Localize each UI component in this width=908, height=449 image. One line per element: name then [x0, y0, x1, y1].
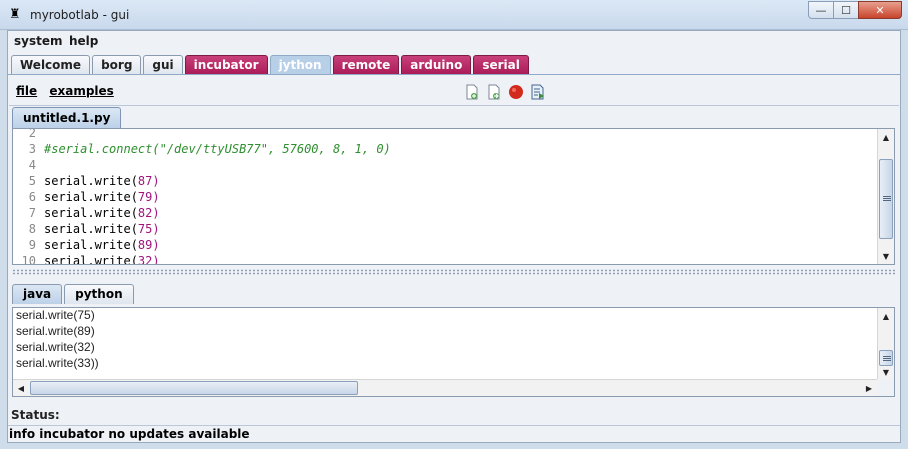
code-arg: 75	[137, 222, 153, 236]
code-text: serial.write(87)	[44, 173, 160, 189]
execute-icon[interactable]	[529, 83, 547, 101]
tab-jython[interactable]: jython	[269, 55, 331, 75]
code-line: 6 serial.write(79)	[13, 189, 873, 205]
code-call: serial.write(	[44, 238, 138, 252]
code-text: serial.write(89)	[44, 237, 160, 253]
tab-borg[interactable]: borg	[92, 55, 142, 75]
tab-remote[interactable]: remote	[332, 55, 400, 75]
code-paren: )	[152, 254, 160, 265]
scroll-corner	[877, 379, 894, 396]
code-line: 10 serial.write(32)	[13, 253, 873, 265]
scroll-left-icon[interactable]: ◀	[13, 380, 29, 396]
code-text: serial.write(79)	[44, 189, 160, 205]
examples-menu[interactable]: examples	[49, 84, 113, 98]
code-paren: )	[152, 238, 160, 252]
tab-java[interactable]: java	[12, 284, 63, 304]
title-bar: ♜ myrobotlab - gui — ☐ ✕	[0, 0, 908, 30]
file-menu[interactable]: file	[16, 84, 37, 98]
editor-menu: file examples	[16, 84, 122, 98]
output-line: serial.write(89)	[16, 324, 95, 338]
open-file-icon[interactable]	[485, 83, 503, 101]
line-number: 6	[28, 190, 36, 204]
status-label: Status:	[11, 408, 60, 422]
jython-panel: file examples untitled.1.py 2 3 #serial.…	[9, 75, 899, 399]
scroll-up-icon[interactable]: ▲	[878, 129, 894, 145]
minimize-button[interactable]: —	[808, 1, 834, 19]
code-line: 2	[13, 128, 873, 141]
code-line: 5 serial.write(87)	[13, 173, 873, 189]
code-call: serial.write(	[44, 190, 138, 204]
output-vertical-scrollbar[interactable]: ▲ ▼	[877, 308, 894, 380]
tab-python[interactable]: python	[64, 284, 134, 304]
scroll-right-icon[interactable]: ▶	[861, 380, 877, 396]
new-file-icon[interactable]	[463, 83, 481, 101]
code-editor[interactable]: 2 3 #serial.connect("/dev/ttyUSB77", 576…	[12, 128, 895, 265]
line-number: 3	[28, 142, 36, 156]
code-text: serial.write(75)	[44, 221, 160, 237]
menu-bar: system help	[8, 31, 900, 53]
code-call: serial.write(	[44, 206, 138, 220]
code-paren: )	[152, 174, 160, 188]
scroll-down-icon[interactable]: ▼	[878, 364, 894, 380]
code-line: 7 serial.write(82)	[13, 205, 873, 221]
code-arg: 79	[137, 190, 153, 204]
output-console[interactable]: serial.write(75) serial.write(89) serial…	[12, 307, 895, 397]
file-tabs: untitled.1.py	[12, 107, 122, 128]
line-number: 9	[28, 238, 36, 252]
code-line: 9 serial.write(89)	[13, 237, 873, 253]
code-arg: 32	[137, 254, 153, 265]
code-text: serial.write(32)	[44, 253, 160, 265]
code-arg: 89	[137, 238, 153, 252]
scroll-down-icon[interactable]: ▼	[878, 248, 894, 264]
tab-welcome[interactable]: Welcome	[11, 55, 91, 75]
code-arg: 87	[137, 174, 153, 188]
code-comment: #serial.connect("/dev/ttyUSB77", 57600, …	[44, 142, 391, 156]
tab-incubator[interactable]: incubator	[184, 55, 268, 75]
line-number: 10	[21, 254, 36, 265]
toolbar-divider	[9, 105, 899, 106]
line-number: 8	[28, 222, 36, 236]
code-line: 3 #serial.connect("/dev/ttyUSB77", 57600…	[13, 141, 873, 157]
robot-app-icon: ♜	[9, 7, 21, 22]
menu-help[interactable]: help	[69, 34, 98, 48]
output-horizontal-scrollbar[interactable]: ◀ ▶	[13, 379, 878, 396]
service-tabs: Welcome borg gui incubator jython remote…	[11, 55, 531, 75]
maximize-button[interactable]: ☐	[833, 1, 859, 19]
line-number: 5	[28, 174, 36, 188]
stop-record-icon[interactable]	[507, 83, 525, 101]
code-paren: )	[152, 222, 160, 236]
tab-untitled-file[interactable]: untitled.1.py	[12, 107, 122, 128]
editor-toolbar	[463, 83, 547, 101]
output-line: serial.write(32)	[16, 340, 95, 354]
scroll-thumb[interactable]	[30, 381, 358, 395]
code-call: serial.write(	[44, 254, 138, 265]
scroll-thumb[interactable]	[879, 159, 893, 239]
code-text: serial.write(82)	[44, 205, 160, 221]
scroll-up-icon[interactable]: ▲	[878, 308, 894, 324]
info-message: info incubator no updates available	[9, 427, 250, 441]
code-arg: 82	[137, 206, 153, 220]
line-number: 2	[28, 128, 36, 140]
output-tabs: java python	[12, 284, 136, 304]
window-content: system help Welcome borg gui incubator j…	[7, 30, 901, 443]
output-line: serial.write(33))	[16, 356, 99, 370]
code-call: serial.write(	[44, 222, 138, 236]
code-paren: )	[152, 206, 160, 220]
close-button[interactable]: ✕	[858, 1, 902, 19]
menu-system[interactable]: system	[14, 34, 63, 48]
tab-gui[interactable]: gui	[143, 55, 183, 75]
split-pane-divider[interactable]	[12, 269, 895, 275]
window-title: myrobotlab - gui	[30, 8, 130, 22]
code-call: serial.write(	[44, 174, 138, 188]
line-number: 4	[28, 158, 36, 172]
tab-arduino[interactable]: arduino	[401, 55, 472, 75]
output-line: serial.write(75)	[16, 308, 95, 322]
code-line: 4	[13, 157, 873, 173]
code-paren: )	[152, 190, 160, 204]
code-line: 8 serial.write(75)	[13, 221, 873, 237]
line-number: 7	[28, 206, 36, 220]
editor-vertical-scrollbar[interactable]: ▲ ▼	[877, 129, 894, 264]
tab-serial[interactable]: serial	[473, 55, 529, 75]
